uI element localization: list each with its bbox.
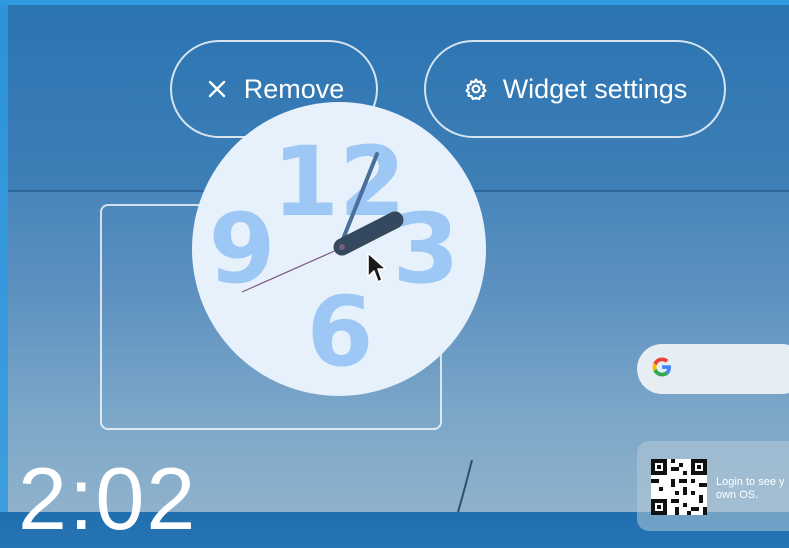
numeral-6: 6 bbox=[307, 276, 374, 388]
wallpaper-time: 2:02 bbox=[18, 449, 198, 548]
numeral-9: 9 bbox=[209, 193, 276, 305]
qr-login-text: Login to see y own OS. bbox=[716, 476, 785, 501]
widget-settings-label: Widget settings bbox=[502, 73, 688, 104]
wallpaper-decoration bbox=[457, 460, 473, 512]
qr-login-card[interactable]: Login to see y own OS. bbox=[637, 441, 789, 531]
remove-label: Remove bbox=[243, 73, 345, 104]
gear-icon bbox=[463, 76, 489, 102]
window-frame-left bbox=[0, 0, 8, 512]
mouse-pointer-icon bbox=[367, 252, 387, 283]
clock-center bbox=[339, 244, 345, 250]
analog-clock-widget[interactable]: 12 3 6 9 bbox=[192, 102, 486, 396]
numeral-3: 3 bbox=[393, 193, 460, 305]
close-icon bbox=[204, 76, 230, 102]
qr-code-icon bbox=[651, 459, 707, 515]
google-search-bar[interactable] bbox=[637, 344, 789, 394]
google-logo-icon bbox=[649, 354, 675, 385]
